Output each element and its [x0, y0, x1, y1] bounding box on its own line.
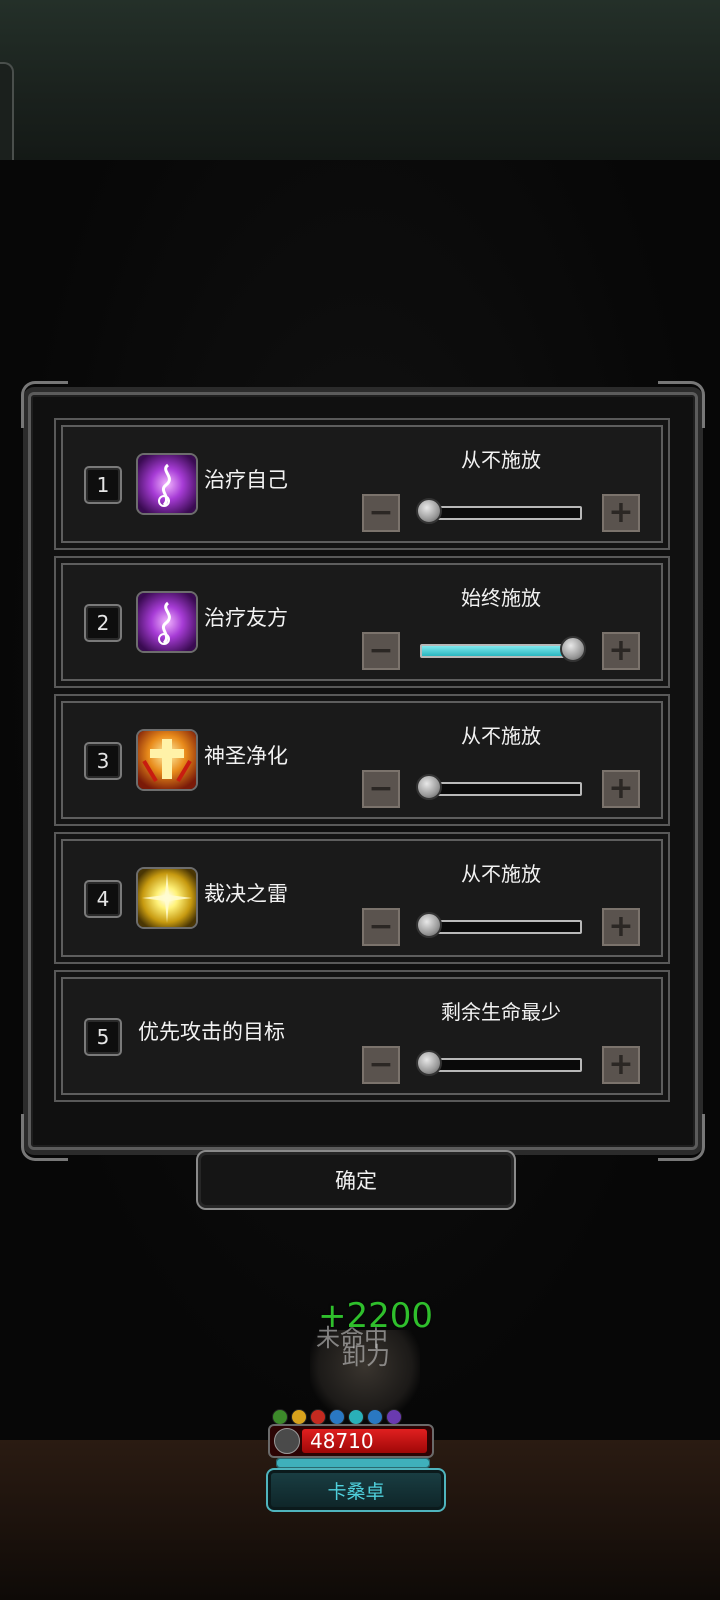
cast-status: 从不施放	[461, 862, 541, 886]
purple-heal-icon	[136, 591, 198, 653]
skill-row-2: 2 治疗友方 始终施放 − +	[54, 556, 670, 688]
skill-name: 治疗友方	[204, 606, 288, 630]
cast-slider-track[interactable]	[420, 506, 582, 520]
increase-button[interactable]: +	[602, 770, 640, 808]
cast-status: 始终施放	[461, 586, 541, 610]
skill-name: 治疗自己	[204, 468, 288, 492]
target-priority-value: 剩余生命最少	[441, 1000, 561, 1024]
row-number: 3	[84, 742, 122, 780]
skill-row-1: 1 治疗自己 从不施放 − +	[54, 418, 670, 550]
slider-knob[interactable]	[416, 912, 442, 938]
holy-cross-icon	[136, 729, 198, 791]
character-name-plate[interactable]: 卡桑卓	[266, 1468, 446, 1512]
row-number: 5	[84, 1018, 122, 1056]
decrease-button[interactable]: −	[362, 770, 400, 808]
increase-button[interactable]: +	[602, 1046, 640, 1084]
purple-heal-icon	[136, 453, 198, 515]
cast-slider-track[interactable]	[420, 920, 582, 934]
sword-icon	[274, 1428, 300, 1454]
mana-bar	[276, 1458, 430, 1468]
cast-status: 从不施放	[461, 724, 541, 748]
decrease-button[interactable]: −	[362, 1046, 400, 1084]
heal-combat-text: +2200	[318, 1296, 434, 1336]
mana-bar-fill	[277, 1459, 429, 1467]
buff-icon	[272, 1409, 288, 1425]
slider-knob[interactable]	[416, 774, 442, 800]
decrease-button[interactable]: −	[362, 908, 400, 946]
slider-knob[interactable]	[560, 636, 586, 662]
cast-status: 从不施放	[461, 448, 541, 472]
buff-icon	[348, 1409, 364, 1425]
thunder-burst-icon	[136, 867, 198, 929]
slider-knob[interactable]	[416, 1050, 442, 1076]
skill-row-3: 3 神圣净化 从不施放 − +	[54, 694, 670, 826]
side-tab-handle[interactable]	[0, 62, 14, 171]
skill-name: 神圣净化	[204, 744, 288, 768]
frame-ornament	[658, 1114, 705, 1161]
cast-slider-track[interactable]	[420, 782, 582, 796]
health-value: 48710	[310, 1429, 374, 1453]
slider-fill	[422, 646, 580, 656]
target-priority-row: 5 优先攻击的目标 剩余生命最少 − +	[54, 970, 670, 1102]
skill-name: 裁决之雷	[204, 882, 288, 906]
buff-icon	[367, 1409, 383, 1425]
buff-icon	[386, 1409, 402, 1425]
target-priority-label: 优先攻击的目标	[138, 1020, 285, 1044]
background-sky	[0, 0, 720, 171]
parry-combat-text: 卸力	[342, 1342, 390, 1370]
decrease-button[interactable]: −	[362, 632, 400, 670]
buff-icon	[310, 1409, 326, 1425]
row-number: 1	[84, 466, 122, 504]
increase-button[interactable]: +	[602, 908, 640, 946]
row-number: 2	[84, 604, 122, 642]
buff-icon	[329, 1409, 345, 1425]
skill-row-4: 4 裁决之雷 从不施放 − +	[54, 832, 670, 964]
row-number: 4	[84, 880, 122, 918]
cast-slider-track[interactable]	[420, 644, 582, 658]
confirm-button[interactable]: 确定	[196, 1150, 516, 1210]
buff-icon	[291, 1409, 307, 1425]
slider-knob[interactable]	[416, 498, 442, 524]
increase-button[interactable]: +	[602, 632, 640, 670]
buff-icons	[272, 1409, 402, 1425]
decrease-button[interactable]: −	[362, 494, 400, 532]
health-bar: 48710	[268, 1424, 434, 1458]
frame-ornament	[21, 1114, 68, 1161]
target-slider-track[interactable]	[420, 1058, 582, 1072]
increase-button[interactable]: +	[602, 494, 640, 532]
